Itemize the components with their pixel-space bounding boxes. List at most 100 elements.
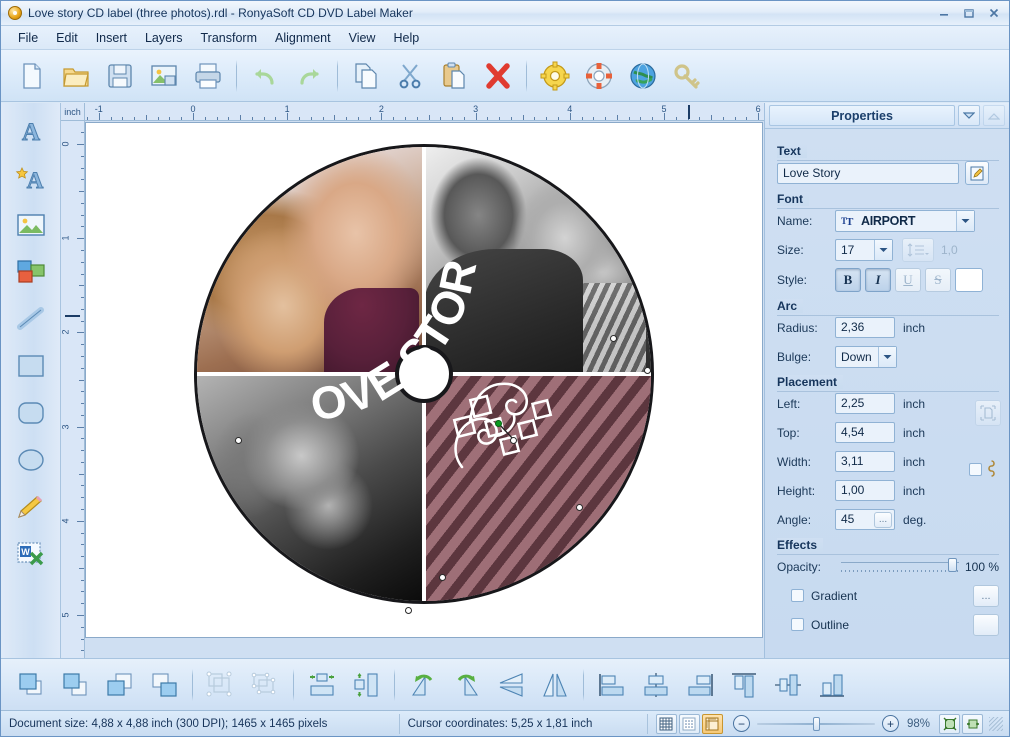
zoom-out-button[interactable]: − bbox=[732, 715, 750, 732]
selection-handle[interactable] bbox=[610, 335, 617, 342]
group-objects-icon[interactable] bbox=[200, 664, 242, 706]
selection-handle[interactable] bbox=[644, 367, 651, 374]
selection-handle[interactable] bbox=[405, 607, 412, 614]
center-vertically-icon[interactable] bbox=[345, 664, 387, 706]
align-right-icon[interactable] bbox=[679, 664, 721, 706]
globe-button[interactable] bbox=[622, 55, 664, 97]
selection-handle[interactable] bbox=[439, 574, 446, 581]
cut-button[interactable] bbox=[389, 55, 431, 97]
new-document-button[interactable] bbox=[11, 55, 53, 97]
opacity-slider[interactable] bbox=[841, 557, 959, 576]
font-color-swatch[interactable] bbox=[955, 268, 983, 292]
arc-radius-input[interactable]: 2,36 bbox=[835, 317, 895, 338]
strikethrough-button[interactable]: S bbox=[925, 268, 951, 292]
outline-options-button[interactable]: . bbox=[973, 613, 999, 636]
rotate-left-icon[interactable] bbox=[402, 664, 444, 706]
menu-layers[interactable]: Layers bbox=[136, 28, 192, 48]
top-input[interactable]: 4,54 bbox=[835, 422, 895, 443]
arc-bulge-dropdown-icon[interactable] bbox=[878, 346, 896, 367]
help-button[interactable] bbox=[578, 55, 620, 97]
selection-handle[interactable] bbox=[510, 437, 517, 444]
keep-ratio-checkbox[interactable] bbox=[969, 463, 982, 476]
align-top-icon[interactable] bbox=[723, 664, 765, 706]
ellipse-tool-icon[interactable] bbox=[9, 440, 53, 480]
gradient-checkbox[interactable] bbox=[791, 589, 804, 602]
mail-merge-tool-icon[interactable]: W bbox=[9, 534, 53, 574]
fit-page-icon[interactable] bbox=[939, 713, 960, 734]
angle-input-wrap[interactable]: 45 ... bbox=[835, 509, 895, 530]
width-input[interactable]: 3,11 bbox=[835, 451, 895, 472]
align-middle-icon[interactable] bbox=[767, 664, 809, 706]
arc-bulge-combo[interactable]: Down bbox=[835, 345, 897, 368]
font-size-combo[interactable]: 17 bbox=[835, 239, 893, 261]
left-input[interactable]: 2,25 bbox=[835, 393, 895, 414]
selection-handle[interactable] bbox=[235, 437, 242, 444]
outline-checkbox[interactable] bbox=[791, 618, 804, 631]
font-size-dropdown-icon[interactable] bbox=[874, 240, 892, 260]
undo-button[interactable] bbox=[244, 55, 286, 97]
rulers-toggle-icon[interactable] bbox=[701, 713, 723, 734]
print-button[interactable] bbox=[187, 55, 229, 97]
height-input[interactable]: 1,00 bbox=[835, 480, 895, 501]
key-button[interactable] bbox=[666, 55, 708, 97]
rounded-rect-tool-icon[interactable] bbox=[9, 393, 53, 433]
rectangle-tool-icon[interactable] bbox=[9, 346, 53, 386]
align-bottom-icon[interactable] bbox=[811, 664, 853, 706]
chevron-down-icon[interactable] bbox=[958, 105, 980, 126]
line-tool-icon[interactable] bbox=[9, 299, 53, 339]
send-to-back-icon[interactable] bbox=[143, 664, 185, 706]
cd-label-artwork[interactable]: LOVE STORY bbox=[194, 144, 654, 614]
shapes-tool-icon[interactable] bbox=[9, 252, 53, 292]
open-folder-button[interactable] bbox=[55, 55, 97, 97]
canvas-area[interactable]: inch -1 0 1 2 3 4 5 6 012345 OVE STOR bbox=[61, 103, 764, 683]
selection-handle[interactable] bbox=[576, 504, 583, 511]
menu-insert[interactable]: Insert bbox=[87, 28, 136, 48]
menu-help[interactable]: Help bbox=[384, 28, 428, 48]
fit-width-icon[interactable] bbox=[962, 713, 983, 734]
align-left-icon[interactable] bbox=[591, 664, 633, 706]
minimize-button[interactable] bbox=[933, 4, 955, 21]
line-spacing-icon[interactable] bbox=[902, 238, 934, 262]
restore-button[interactable] bbox=[958, 4, 980, 21]
ungroup-objects-icon[interactable] bbox=[244, 664, 286, 706]
dot-grid-icon[interactable] bbox=[678, 713, 700, 734]
bold-button[interactable]: B bbox=[835, 268, 861, 292]
save-button[interactable] bbox=[99, 55, 141, 97]
zoom-slider[interactable] bbox=[756, 716, 875, 731]
bring-forward-icon[interactable] bbox=[55, 664, 97, 706]
redo-button[interactable] bbox=[288, 55, 330, 97]
zoom-in-button[interactable]: + bbox=[881, 715, 899, 732]
rotation-handle[interactable] bbox=[495, 420, 502, 427]
menu-transform[interactable]: Transform bbox=[192, 28, 267, 48]
font-name-combo[interactable]: TT AIRPORT bbox=[835, 209, 975, 232]
font-name-dropdown-icon[interactable] bbox=[956, 210, 974, 231]
delete-button[interactable] bbox=[477, 55, 519, 97]
link-ratio-icon[interactable] bbox=[986, 458, 997, 481]
paste-button[interactable] bbox=[433, 55, 475, 97]
center-horizontally-icon[interactable] bbox=[301, 664, 343, 706]
gradient-options-button[interactable]: ... bbox=[973, 584, 999, 607]
copy-button[interactable] bbox=[345, 55, 387, 97]
flip-vertical-icon[interactable] bbox=[490, 664, 532, 706]
settings-button[interactable] bbox=[534, 55, 576, 97]
close-button[interactable] bbox=[983, 4, 1005, 21]
menu-file[interactable]: File bbox=[9, 28, 47, 48]
save-image-button[interactable] bbox=[143, 55, 185, 97]
italic-button[interactable]: I bbox=[865, 268, 891, 292]
horizontal-ruler[interactable]: -1 0 1 2 3 4 5 6 bbox=[61, 103, 764, 121]
grid-view-icon[interactable] bbox=[655, 713, 677, 734]
angle-picker-button[interactable]: ... bbox=[874, 511, 892, 528]
edit-text-icon[interactable] bbox=[965, 161, 989, 185]
art-text-tool-icon[interactable]: A bbox=[9, 158, 53, 198]
pencil-tool-icon[interactable] bbox=[9, 487, 53, 527]
image-tool-icon[interactable] bbox=[9, 205, 53, 245]
menu-edit[interactable]: Edit bbox=[47, 28, 87, 48]
fit-to-selection-icon[interactable] bbox=[975, 400, 1001, 426]
text-input[interactable]: Love Story bbox=[777, 162, 959, 184]
align-center-icon[interactable] bbox=[635, 664, 677, 706]
bring-to-front-icon[interactable] bbox=[11, 664, 53, 706]
flip-horizontal-icon[interactable] bbox=[534, 664, 576, 706]
vertical-ruler[interactable]: 0 1 2 3 4 5 bbox=[61, 121, 85, 683]
resize-grip[interactable] bbox=[989, 716, 1003, 731]
text-tool-icon[interactable]: A bbox=[9, 111, 53, 151]
